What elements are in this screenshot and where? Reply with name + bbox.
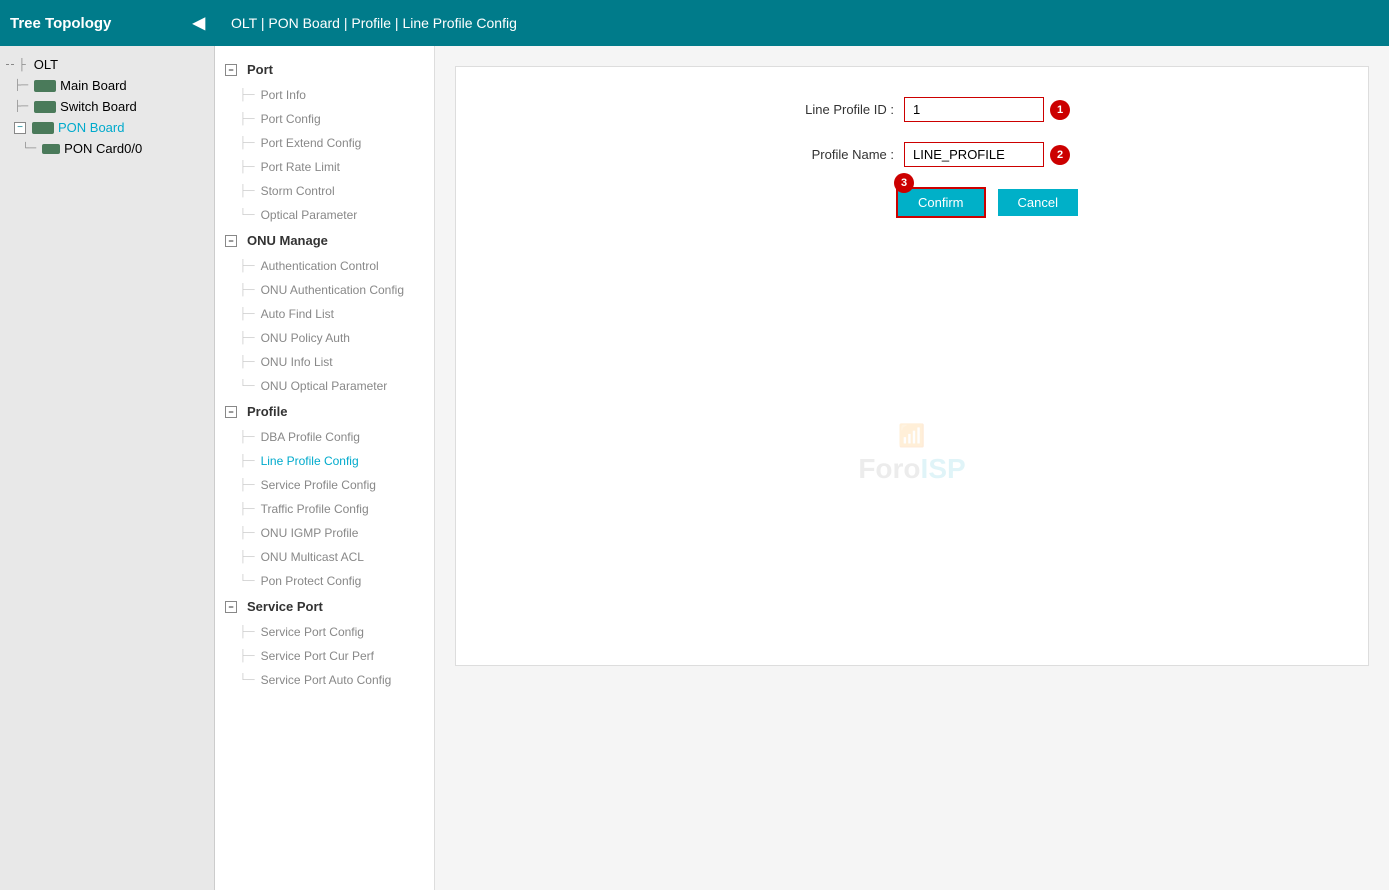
form-buttons-row: Confirm Cancel 3 — [476, 187, 1348, 218]
section-box-profile[interactable]: − — [225, 406, 237, 418]
menu-item-auto-find-list[interactable]: ├─Auto Find List — [215, 302, 434, 326]
label-profile-id: Line Profile ID : — [754, 102, 894, 117]
menu-item-service-profile[interactable]: ├─Service Profile Config — [215, 473, 434, 497]
menu-item-port-info[interactable]: ├─Port Info — [215, 83, 434, 107]
menu-item-dba-profile[interactable]: ├─DBA Profile Config — [215, 425, 434, 449]
tree-node-main-board[interactable]: ├─ Main Board — [8, 75, 214, 96]
menu-item-port-config[interactable]: ├─Port Config — [215, 107, 434, 131]
pon-board-icon — [32, 122, 54, 134]
section-box-service-port[interactable]: − — [225, 601, 237, 613]
input-profile-name[interactable] — [904, 142, 1044, 167]
menu-item-pon-protect[interactable]: └─Pon Protect Config — [215, 569, 434, 593]
main-board-icon — [34, 80, 56, 92]
menu-item-storm-control[interactable]: ├─Storm Control — [215, 179, 434, 203]
menu-item-service-port-config[interactable]: ├─Service Port Config — [215, 620, 434, 644]
menu-item-port-extend-config[interactable]: ├─Port Extend Config — [215, 131, 434, 155]
tree-node-pon-card[interactable]: └─ PON Card0/0 — [16, 138, 214, 159]
form-row-profile-name: Profile Name : 2 — [476, 142, 1348, 167]
menu-panel: − Port ├─Port Info ├─Port Config ├─Port … — [215, 46, 435, 890]
tree-node-switch-board[interactable]: ├─ Switch Board — [8, 96, 214, 117]
form-row-profile-id: Line Profile ID : 1 — [476, 97, 1348, 122]
menu-section-port[interactable]: − Port — [215, 56, 434, 83]
menu-item-onu-optical-parameter[interactable]: └─ONU Optical Parameter — [215, 374, 434, 398]
cancel-button[interactable]: Cancel — [998, 189, 1078, 216]
sidebar-header: Tree Topology ◀ — [0, 0, 215, 46]
sidebar-tree: ├ OLT ├─ Main Board ├─ Switch Board − — [0, 46, 215, 890]
watermark: 📶 ForoISP — [858, 423, 965, 485]
breadcrumb: OLT | PON Board | Profile | Line Profile… — [215, 0, 1389, 46]
section-box-onu[interactable]: − — [225, 235, 237, 247]
badge-3: 3 — [894, 173, 914, 193]
label-profile-name: Profile Name : — [754, 147, 894, 162]
menu-item-traffic-profile[interactable]: ├─Traffic Profile Config — [215, 497, 434, 521]
expand-box-pon[interactable]: − — [14, 122, 26, 134]
tree-node-olt[interactable]: ├ OLT — [0, 54, 214, 75]
collapse-arrow-icon[interactable]: ◀ — [193, 13, 205, 33]
section-box-port[interactable]: − — [225, 64, 237, 76]
menu-item-service-port-auto-config[interactable]: └─Service Port Auto Config — [215, 668, 434, 692]
confirm-button[interactable]: Confirm — [896, 187, 986, 218]
menu-item-line-profile[interactable]: ├─Line Profile Config — [215, 449, 434, 473]
switch-board-icon — [34, 101, 56, 113]
menu-section-service-port[interactable]: − Service Port — [215, 593, 434, 620]
badge-2: 2 — [1050, 145, 1070, 165]
menu-item-auth-control[interactable]: ├─Authentication Control — [215, 254, 434, 278]
watermark-text: ForoISP — [858, 453, 965, 484]
form-container: Line Profile ID : 1 Profile Name : 2 — [455, 66, 1369, 666]
sidebar-title: Tree Topology — [10, 15, 111, 32]
watermark-wifi-icon: 📶 — [858, 423, 965, 449]
menu-item-optical-parameter[interactable]: └─Optical Parameter — [215, 203, 434, 227]
menu-item-onu-auth-config[interactable]: ├─ONU Authentication Config — [215, 278, 434, 302]
tree-node-pon-board[interactable]: − PON Board — [8, 117, 214, 138]
menu-section-profile[interactable]: − Profile — [215, 398, 434, 425]
input-profile-id[interactable] — [904, 97, 1044, 122]
menu-item-onu-policy-auth[interactable]: ├─ONU Policy Auth — [215, 326, 434, 350]
menu-item-onu-igmp-profile[interactable]: ├─ONU IGMP Profile — [215, 521, 434, 545]
pon-card-icon — [42, 144, 60, 154]
menu-section-onu-manage[interactable]: − ONU Manage — [215, 227, 434, 254]
badge-1: 1 — [1050, 100, 1070, 120]
menu-item-service-port-cur-perf[interactable]: ├─Service Port Cur Perf — [215, 644, 434, 668]
menu-item-onu-info-list[interactable]: ├─ONU Info List — [215, 350, 434, 374]
menu-item-onu-multicast-acl[interactable]: ├─ONU Multicast ACL — [215, 545, 434, 569]
menu-item-port-rate-limit[interactable]: ├─Port Rate Limit — [215, 155, 434, 179]
main-panel: Line Profile ID : 1 Profile Name : 2 — [435, 46, 1389, 890]
